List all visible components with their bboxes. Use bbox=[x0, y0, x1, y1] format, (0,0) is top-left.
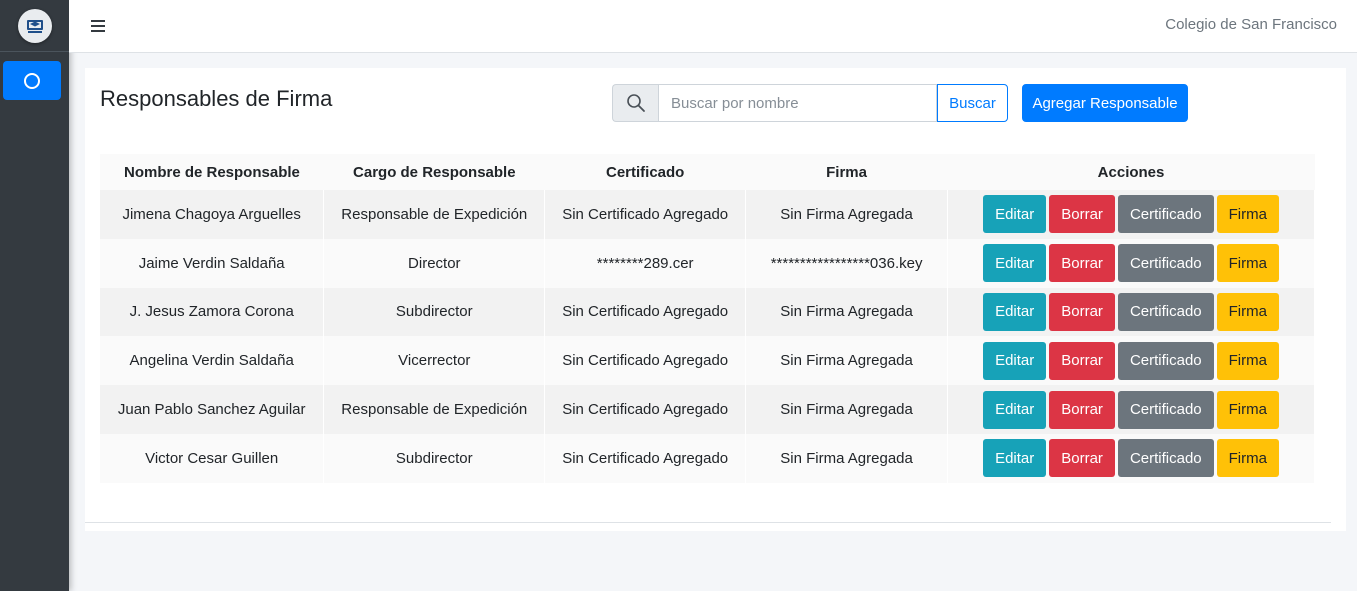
delete-button[interactable]: Borrar bbox=[1049, 244, 1115, 283]
cell-name: Victor Cesar Guillen bbox=[100, 433, 325, 483]
header-name: Nombre de Responsable bbox=[100, 154, 324, 190]
cell-position: Subdirector bbox=[323, 433, 546, 483]
responsibles-table: Nombre de Responsable Cargo de Responsab… bbox=[100, 154, 1315, 483]
sidebar-brand[interactable] bbox=[0, 0, 69, 52]
table-row: Angelina Verdin Saldaña Vicerrector Sin … bbox=[100, 336, 1315, 386]
header-position: Cargo de Responsable bbox=[323, 154, 545, 190]
search-button[interactable]: Buscar bbox=[937, 84, 1008, 122]
cell-actions: Editar Borrar Certificado Firma bbox=[947, 336, 1315, 386]
cell-position: Responsable de Expedición bbox=[323, 385, 546, 434]
table-row: Victor Cesar Guillen Subdirector Sin Cer… bbox=[100, 433, 1315, 483]
signature-button[interactable]: Firma bbox=[1216, 292, 1279, 331]
delete-button[interactable]: Borrar bbox=[1049, 439, 1115, 478]
cell-signature: Sin Firma Agregada bbox=[745, 190, 949, 239]
content-card: Responsables de Firma Buscar Agregar Res… bbox=[85, 68, 1346, 531]
certificate-button[interactable]: Certificado bbox=[1117, 390, 1214, 429]
edit-button[interactable]: Editar bbox=[983, 244, 1047, 283]
cell-signature: *****************036.key bbox=[745, 238, 949, 288]
edit-button[interactable]: Editar bbox=[983, 439, 1047, 478]
cell-actions: Editar Borrar Certificado Firma bbox=[947, 287, 1315, 337]
sidebar-item-active[interactable] bbox=[3, 61, 61, 100]
edit-button[interactable]: Editar bbox=[983, 292, 1047, 331]
sidebar bbox=[0, 0, 69, 591]
edit-button[interactable]: Editar bbox=[983, 195, 1047, 234]
signature-button[interactable]: Firma bbox=[1216, 390, 1279, 429]
search-group: Buscar bbox=[612, 84, 1008, 122]
cell-actions: Editar Borrar Certificado Firma bbox=[947, 433, 1315, 483]
cell-name: Angelina Verdin Saldaña bbox=[100, 336, 325, 386]
signature-button[interactable]: Firma bbox=[1216, 439, 1279, 478]
cell-certificate: Sin Certificado Agregado bbox=[544, 433, 747, 483]
cell-actions: Editar Borrar Certificado Firma bbox=[947, 385, 1315, 434]
signature-button[interactable]: Firma bbox=[1216, 195, 1279, 234]
delete-button[interactable]: Borrar bbox=[1049, 195, 1115, 234]
signature-button[interactable]: Firma bbox=[1216, 341, 1279, 380]
cell-signature: Sin Firma Agregada bbox=[745, 287, 949, 337]
circle-icon bbox=[24, 72, 40, 89]
cell-certificate: ********289.cer bbox=[544, 238, 747, 288]
add-responsible-button[interactable]: Agregar Responsable bbox=[1022, 84, 1188, 122]
delete-button[interactable]: Borrar bbox=[1049, 341, 1115, 380]
certificate-button[interactable]: Certificado bbox=[1117, 341, 1214, 380]
cell-position: Vicerrector bbox=[323, 336, 546, 386]
header-signature: Firma bbox=[745, 154, 948, 190]
signature-button[interactable]: Firma bbox=[1216, 244, 1279, 283]
hamburger-menu-icon[interactable] bbox=[91, 15, 109, 37]
table-header-row: Nombre de Responsable Cargo de Responsab… bbox=[100, 154, 1315, 190]
certificate-button[interactable]: Certificado bbox=[1117, 195, 1214, 234]
cell-signature: Sin Firma Agregada bbox=[745, 433, 949, 483]
table-row: J. Jesus Zamora Corona Subdirector Sin C… bbox=[100, 287, 1315, 337]
cell-name: Jimena Chagoya Arguelles bbox=[100, 190, 325, 239]
certificate-button[interactable]: Certificado bbox=[1117, 292, 1214, 331]
table-row: Juan Pablo Sanchez Aguilar Responsable d… bbox=[100, 385, 1315, 434]
certificate-button[interactable]: Certificado bbox=[1117, 439, 1214, 478]
cell-name: Juan Pablo Sanchez Aguilar bbox=[100, 385, 325, 434]
cell-certificate: Sin Certificado Agregado bbox=[544, 287, 747, 337]
cell-actions: Editar Borrar Certificado Firma bbox=[947, 190, 1315, 239]
cell-certificate: Sin Certificado Agregado bbox=[544, 336, 747, 386]
search-input[interactable] bbox=[658, 84, 937, 122]
table-row: Jaime Verdin Saldaña Director ********28… bbox=[100, 238, 1315, 288]
cell-name: Jaime Verdin Saldaña bbox=[100, 238, 325, 288]
certificate-button[interactable]: Certificado bbox=[1117, 244, 1214, 283]
cell-signature: Sin Firma Agregada bbox=[745, 336, 949, 386]
top-navbar: Colegio de San Francisco bbox=[69, 0, 1357, 53]
cell-name: J. Jesus Zamora Corona bbox=[100, 287, 325, 337]
delete-button[interactable]: Borrar bbox=[1049, 292, 1115, 331]
search-icon bbox=[612, 84, 658, 122]
header-certificate: Certificado bbox=[544, 154, 746, 190]
page-title: Responsables de Firma bbox=[100, 86, 333, 111]
card-footer-divider bbox=[85, 522, 1331, 523]
edit-button[interactable]: Editar bbox=[983, 341, 1047, 380]
cell-position: Subdirector bbox=[323, 287, 546, 337]
cell-certificate: Sin Certificado Agregado bbox=[544, 190, 747, 239]
cell-position: Responsable de Expedición bbox=[323, 190, 546, 239]
cell-actions: Editar Borrar Certificado Firma bbox=[947, 238, 1315, 288]
edit-button[interactable]: Editar bbox=[983, 390, 1047, 429]
header-actions: Acciones bbox=[947, 154, 1315, 190]
school-name: Colegio de San Francisco bbox=[1165, 16, 1337, 33]
school-logo-icon[interactable] bbox=[17, 8, 52, 43]
delete-button[interactable]: Borrar bbox=[1049, 390, 1115, 429]
table-row: Jimena Chagoya Arguelles Responsable de … bbox=[100, 190, 1315, 239]
cell-position: Director bbox=[323, 238, 546, 288]
cell-certificate: Sin Certificado Agregado bbox=[544, 385, 747, 434]
cell-signature: Sin Firma Agregada bbox=[745, 385, 949, 434]
